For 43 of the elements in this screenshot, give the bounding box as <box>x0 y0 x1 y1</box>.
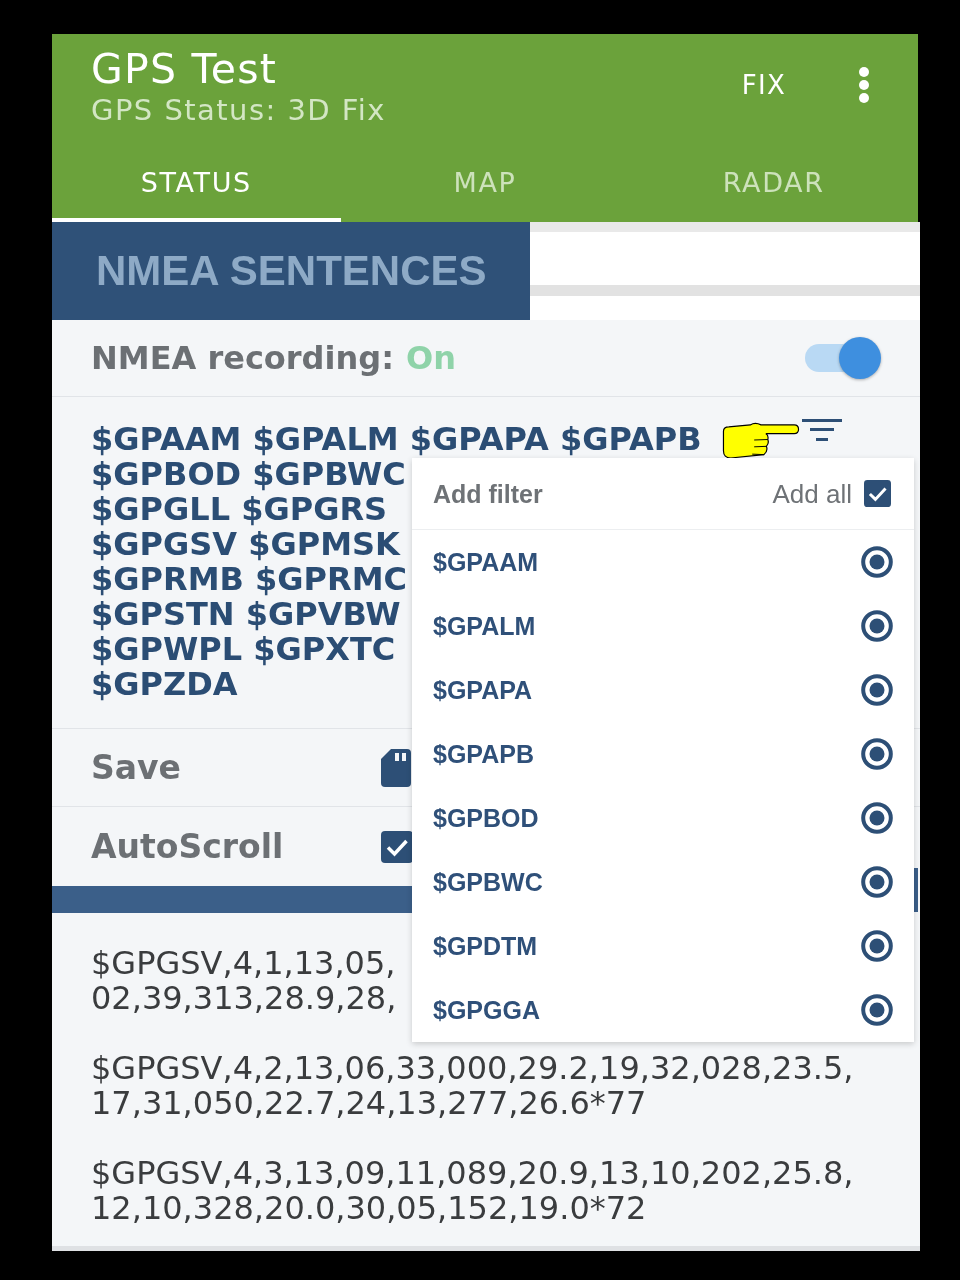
option-label: Save <box>91 747 182 788</box>
radio-icon[interactable] <box>861 546 893 578</box>
add-all-label: Add all <box>772 478 852 509</box>
radio-icon[interactable] <box>861 994 893 1026</box>
add-all-checkbox[interactable] <box>864 480 891 507</box>
sentence-types-line: $GPBOD $GPBWC <box>91 457 406 492</box>
sentence-types-line: $GPGSV $GPMSK <box>91 527 400 562</box>
sentence-types-line: $GPWPL $GPXTC <box>91 632 396 667</box>
radio-icon[interactable] <box>861 802 893 834</box>
filter-option[interactable]: $GPBWC <box>433 867 543 897</box>
radio-icon[interactable] <box>861 674 893 706</box>
nmea-log-entry: $GPGSV,4,1,13,05, 02,39,313,28.9,28, <box>91 946 397 1016</box>
radio-icon[interactable] <box>861 866 893 898</box>
radio-icon[interactable] <box>861 930 893 962</box>
sentence-types-line: $GPZDA <box>91 667 238 702</box>
filter-icon[interactable] <box>801 419 842 442</box>
filter-option[interactable]: $GPALM <box>433 611 536 641</box>
section-title: NMEA SENTENCES <box>96 247 487 295</box>
filter-option[interactable]: $GPAPB <box>433 739 534 769</box>
radio-icon[interactable] <box>861 738 893 770</box>
option-label: AutoScroll <box>91 826 285 867</box>
more-options-icon[interactable] <box>858 67 870 103</box>
app-title: GPS Test <box>91 46 278 92</box>
autoscroll-checkbox[interactable] <box>381 830 413 863</box>
recording-label: NMEA recording: <box>91 338 394 378</box>
nmea-log-entry: $GPGSV,4,3,13,09,11,089,20.9,13,10,202,25.8, 12,10,328,20.0,30,05,152,19.0*72 <box>91 1156 854 1226</box>
filter-option[interactable]: $GPBOD <box>433 803 539 833</box>
scrollbar-thumb <box>914 868 918 912</box>
filter-option[interactable]: $GPAPA <box>433 675 533 705</box>
filter-option[interactable]: $GPGGA <box>433 995 540 1025</box>
sentence-types-line: $GPSTN $GPVBW <box>91 597 401 632</box>
recording-toggle[interactable] <box>805 337 881 379</box>
nmea-log-entry: $GPGSV,4,2,13,06,33,000,29.2,19,32,028,23.5, 17,31,050,22.7,24,13,277,26.6*77 <box>91 1051 854 1121</box>
sentence-types-line: $GPRMB $GPRMC <box>91 562 407 597</box>
filter-option[interactable]: $GPAAM <box>433 547 539 577</box>
filter-option[interactable]: $GPDTM <box>433 931 538 961</box>
sentence-types-line: $GPAAM $GPALM $GPAPA $GPAPB <box>91 422 702 457</box>
sd-card-icon[interactable] <box>381 748 411 787</box>
recording-state: On <box>405 338 456 378</box>
radio-icon[interactable] <box>861 610 893 642</box>
sentence-types-line: $GPGLL $GPGRS <box>91 492 388 527</box>
gps-status: GPS Status: 3D Fix <box>91 92 386 128</box>
menu-title: Add filter <box>433 478 543 509</box>
